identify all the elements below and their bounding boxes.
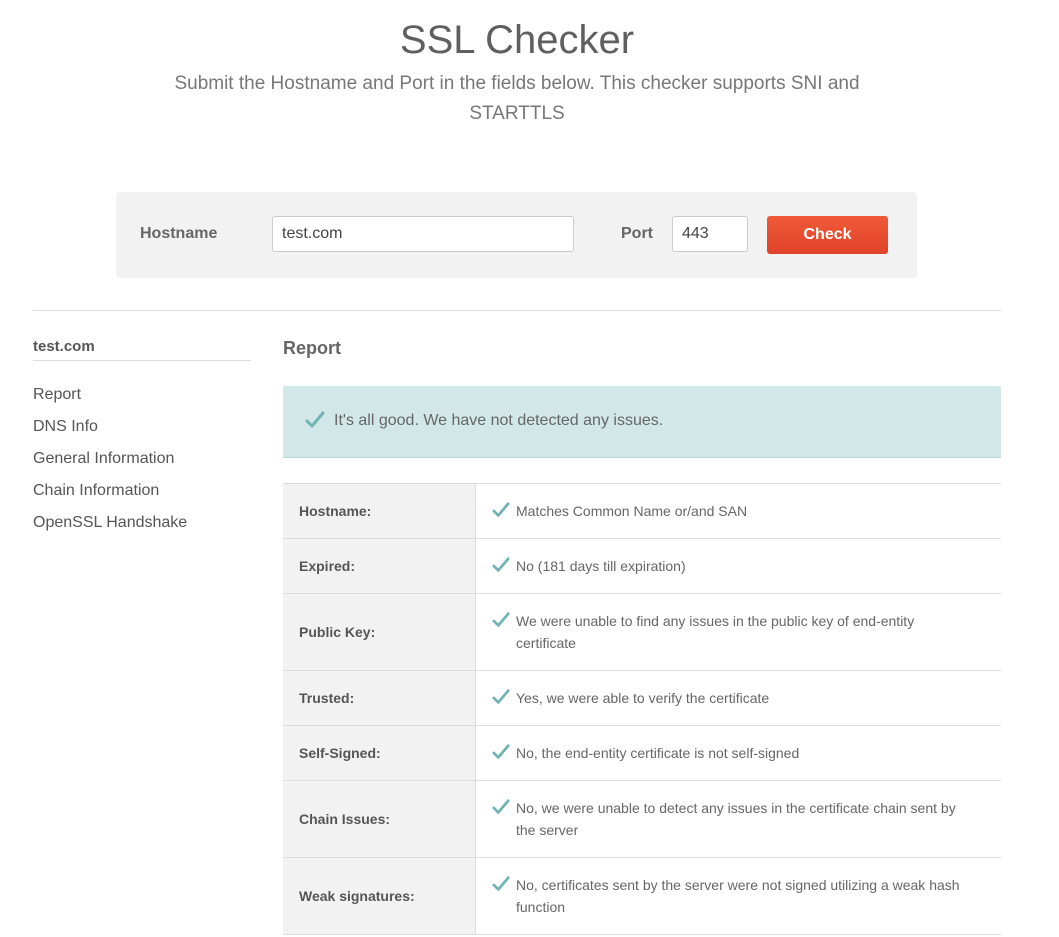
sidebar-item-dns-info[interactable]: DNS Info [33,416,253,448]
hostname-label: Hostname [140,225,218,242]
table-row: Hostname: Matches Common Name or/and SAN [283,484,1001,539]
check-icon [492,876,510,891]
row-label: Chain Issues: [283,781,476,857]
table-row: Public Key: We were unable to find any i… [283,594,1001,671]
row-label: Expired: [283,539,476,593]
row-value-cell: No, certificates sent by the server were… [476,858,1001,934]
status-alert-text: It's all good. We have not detected any … [334,412,664,429]
check-button[interactable]: Check [767,216,888,254]
row-value-cell: No (181 days till expiration) [476,539,1001,593]
table-row: Expired: No (181 days till expiration) [283,539,1001,594]
row-value-cell: Yes, we were able to verify the certific… [476,671,1001,725]
row-value: We were unable to find any issues in the… [516,613,915,651]
check-icon [305,411,325,428]
row-value-cell: Matches Common Name or/and SAN [476,484,1001,538]
ssl-check-form: Hostname Port Check [116,192,917,278]
port-input[interactable] [672,216,748,252]
row-value-cell: No, we were unable to detect any issues … [476,781,1001,857]
sidebar-title: test.com [33,338,251,361]
check-icon [492,799,510,814]
table-row: Self-Signed: No, the end-entity certific… [283,726,1001,781]
status-alert: It's all good. We have not detected any … [283,386,1001,458]
row-label: Hostname: [283,484,476,538]
row-value: No (181 days till expiration) [516,558,686,574]
row-label: Trusted: [283,671,476,725]
row-label: Weak signatures: [283,858,476,934]
row-value: Yes, we were able to verify the certific… [516,690,770,706]
report-table: Hostname: Matches Common Name or/and SAN… [283,483,1001,935]
sidebar-item-chain-information[interactable]: Chain Information [33,480,253,512]
table-row: Weak signatures: No, certificates sent b… [283,858,1001,935]
check-icon [492,689,510,704]
check-icon [492,744,510,759]
port-label: Port [621,225,653,242]
sidebar-item-general-information[interactable]: General Information [33,448,253,480]
row-value: No, we were unable to detect any issues … [516,800,956,838]
row-value-cell: We were unable to find any issues in the… [476,594,1001,670]
sidebar-nav: Report DNS Info General Information Chai… [33,384,253,544]
sidebar-item-openssl-handshake[interactable]: OpenSSL Handshake [33,512,253,544]
row-label: Public Key: [283,594,476,670]
table-row: Chain Issues: No, we were unable to dete… [283,781,1001,858]
row-value: No, the end-entity certificate is not se… [516,745,800,761]
row-value: No, certificates sent by the server were… [516,877,960,915]
row-value-cell: No, the end-entity certificate is not se… [476,726,1001,780]
page-subtitle: Submit the Hostname and Port in the fiel… [174,73,860,124]
section-divider [33,310,1001,311]
page-title: SSL Checker [399,18,635,62]
table-row: Trusted: Yes, we were able to verify the… [283,671,1001,726]
sidebar-item-report[interactable]: Report [33,384,253,416]
report-heading: Report [283,338,341,358]
check-icon [492,557,510,572]
row-label: Self-Signed: [283,726,476,780]
check-icon [492,612,510,627]
row-value: Matches Common Name or/and SAN [516,503,748,519]
hostname-input[interactable] [272,216,574,252]
check-icon [492,502,510,517]
